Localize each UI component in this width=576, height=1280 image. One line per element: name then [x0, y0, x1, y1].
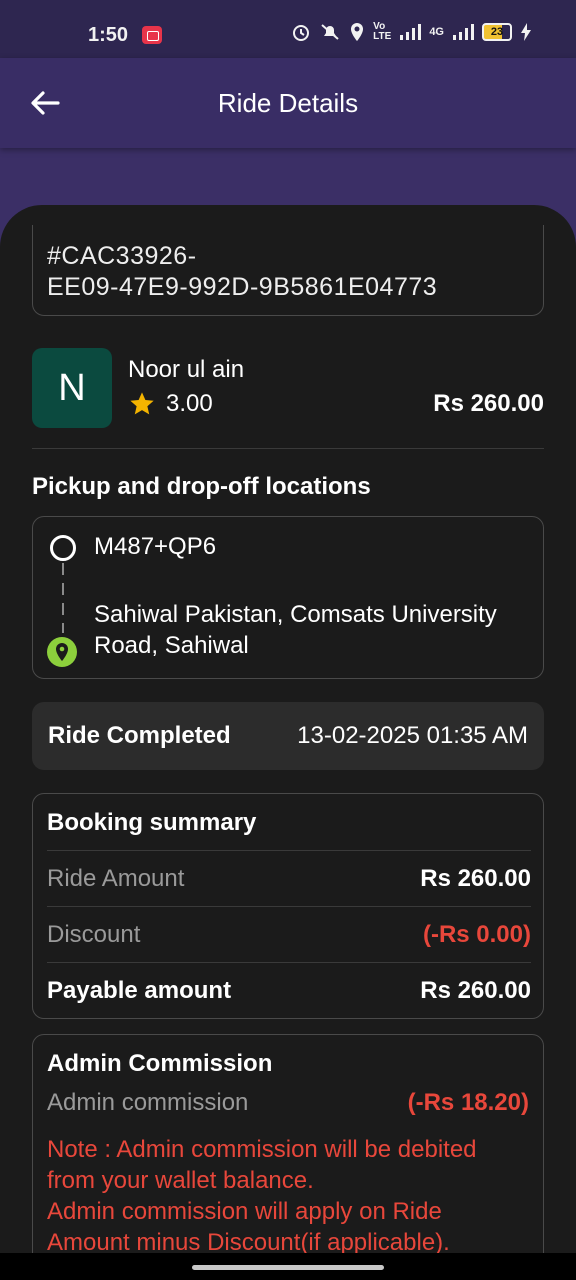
ride-status-label: Ride Completed — [48, 722, 231, 749]
admin-commission-value: (-Rs 18.20) — [407, 1089, 529, 1116]
battery-icon: 23 — [482, 23, 512, 41]
status-bar: 1:50 Vo LTE 4G 23 — [0, 0, 576, 58]
ride-status-datetime: 13-02-2025 01:35 AM — [297, 722, 528, 749]
network-type: 4G — [429, 26, 444, 38]
ride-price: Rs 260.00 — [433, 390, 544, 417]
avatar: N — [32, 348, 112, 428]
location-icon — [351, 23, 364, 41]
summary-row-payable: Payable amount Rs 260.00 — [47, 962, 531, 1018]
ride-status-card: Ride Completed 13-02-2025 01:35 AM — [32, 702, 544, 770]
payable-amount-label: Payable amount — [47, 977, 232, 1004]
route-line — [62, 563, 64, 633]
dropoff-location: Sahiwal Pakistan, Comsats University Roa… — [94, 601, 497, 659]
status-time: 1:50 — [88, 24, 129, 46]
ride-amount-value: Rs 260.00 — [420, 865, 531, 892]
driver-name: Noor ul ain — [128, 356, 245, 383]
driver-row: N Noor ul ain 3.00 Rs 260.00 — [32, 348, 544, 428]
pickup-dot-icon — [50, 535, 76, 561]
app-bar: Ride Details — [0, 58, 576, 148]
locations-title: Pickup and drop-off locations — [32, 473, 371, 500]
signal-icon — [400, 24, 422, 40]
mute-icon — [321, 24, 339, 40]
pickup-location: M487+QP6 — [94, 533, 217, 560]
ride-id: #CAC33926- EE09-47E9-992D-9B5861E04773 — [47, 242, 438, 301]
signal-icon — [453, 24, 474, 40]
payable-amount-value: Rs 260.00 — [420, 977, 531, 1004]
screen-record-icon — [142, 26, 162, 44]
home-gesture-handle[interactable] — [192, 1265, 384, 1270]
alarm-icon — [293, 25, 310, 41]
driver-rating: 3.00 — [128, 390, 213, 418]
discount-value: (-Rs 0.00) — [422, 921, 531, 948]
locations-card: M487+QP6 Sahiwal Pakistan, Comsats Unive… — [32, 516, 544, 679]
admin-commission-note: Note : Admin commission will be debited … — [47, 1136, 477, 1256]
summary-row-ride-amount: Ride Amount Rs 260.00 — [47, 850, 531, 906]
admin-commission-title: Admin Commission — [47, 1050, 273, 1077]
volte-icon: Vo LTE — [373, 21, 392, 42]
admin-commission-card: Admin Commission Admin commission (-Rs 1… — [32, 1034, 544, 1280]
system-nav-bar — [0, 1253, 576, 1280]
admin-commission-label: Admin commission — [47, 1089, 249, 1116]
star-icon — [130, 392, 154, 415]
booking-summary-card: Booking summary Ride Amount Rs 260.00 Di… — [32, 793, 544, 1019]
status-icons: Vo LTE 4G 23 — [291, 22, 532, 42]
charging-icon — [521, 23, 531, 41]
divider — [32, 448, 544, 449]
booking-summary-title: Booking summary — [47, 809, 257, 836]
ride-amount-label: Ride Amount — [47, 865, 185, 892]
summary-row-discount: Discount (-Rs 0.00) — [47, 906, 531, 962]
ride-details-sheet: #CAC33926- EE09-47E9-992D-9B5861E04773 N… — [0, 205, 576, 1280]
discount-label: Discount — [47, 921, 141, 948]
ride-id-card: #CAC33926- EE09-47E9-992D-9B5861E04773 — [32, 225, 544, 316]
page-title: Ride Details — [217, 88, 359, 118]
rating-value: 3.00 — [166, 390, 213, 417]
dropoff-pin-icon — [47, 637, 77, 667]
